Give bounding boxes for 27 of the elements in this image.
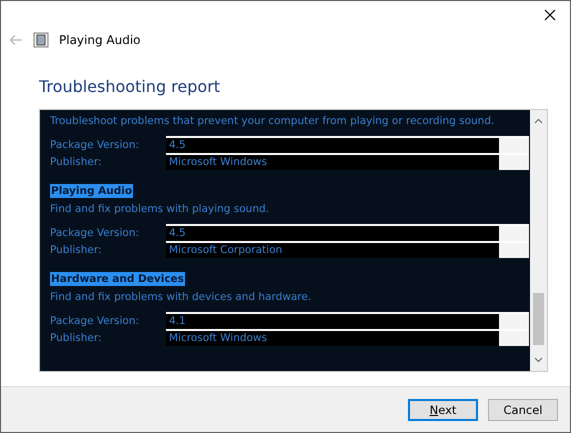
field-label: Package Version:: [50, 314, 140, 326]
field-value: Microsoft Windows: [166, 329, 529, 346]
field-label: Package Version:: [50, 138, 140, 150]
field-label: Publisher:: [50, 332, 103, 344]
section-description: Find and fix problems with devices and hardware.: [50, 290, 312, 305]
field-value: 4.1: [166, 312, 529, 329]
section-title: Playing Audio: [50, 184, 134, 198]
window-title: Playing Audio: [59, 33, 141, 47]
section-description: Find and fix problems with playing sound.: [50, 202, 270, 217]
troubleshooter-icon: [33, 32, 49, 48]
scroll-down-icon[interactable]: [534, 357, 543, 363]
scroll-thumb[interactable]: [533, 293, 544, 345]
close-icon: [544, 9, 556, 21]
field-label: Publisher:: [50, 244, 103, 256]
cancel-button[interactable]: Cancel: [488, 398, 558, 420]
field-value: 4.5: [166, 136, 529, 153]
page-heading: Troubleshooting report: [39, 77, 222, 98]
section-title: Hardware and Devices: [50, 272, 185, 286]
field-value: 4.5: [166, 224, 529, 241]
field-value: Microsoft Corporation: [166, 241, 529, 258]
next-button[interactable]: Next: [408, 398, 478, 420]
field-label: Publisher:: [50, 156, 103, 168]
scrollbar[interactable]: [530, 110, 547, 371]
scroll-up-icon[interactable]: [534, 118, 543, 124]
field-label: Package Version:: [50, 226, 140, 238]
field-value: Microsoft Windows: [166, 153, 529, 170]
section-description: Troubleshoot problems that prevent your computer from playing or recording sound.: [50, 114, 496, 129]
